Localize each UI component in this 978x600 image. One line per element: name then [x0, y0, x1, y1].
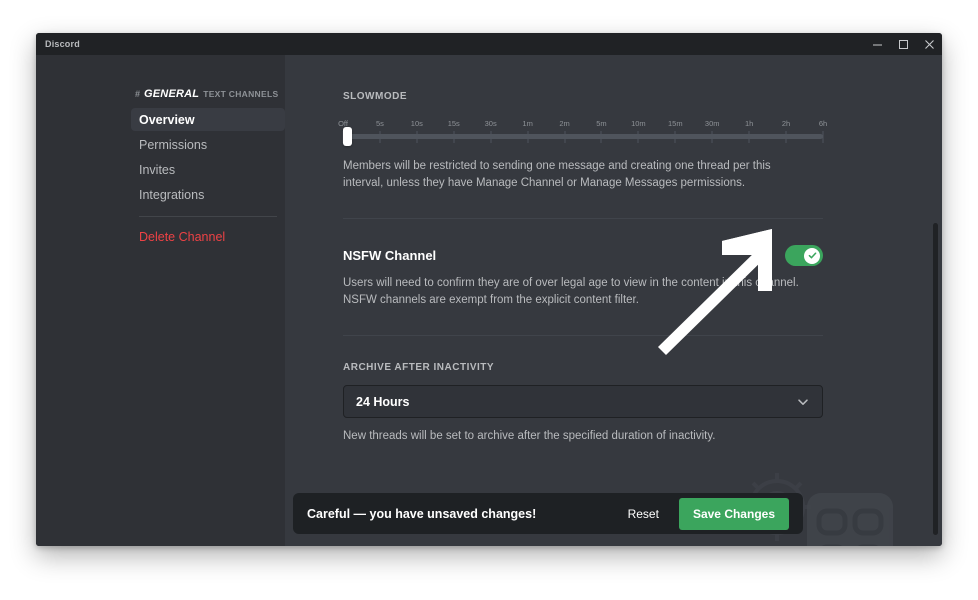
nsfw-toggle[interactable]: [785, 245, 823, 266]
window-titlebar: Discord: [36, 33, 942, 55]
screenshot-root: Discord # GENERAL TEXT CHANNELS Overview…: [0, 0, 978, 600]
close-button[interactable]: [916, 33, 942, 55]
maximize-icon: [898, 39, 908, 49]
window-controls: [864, 33, 942, 55]
scrollbar-thumb[interactable]: [933, 223, 938, 535]
sidebar-header: # GENERAL TEXT CHANNELS: [131, 88, 285, 100]
reset-button[interactable]: Reset: [616, 501, 671, 527]
slider-tick-label: 1h: [744, 119, 754, 128]
unsaved-changes-bar: Careful — you have unsaved changes! Rese…: [293, 493, 803, 534]
hash-icon: #: [135, 89, 141, 99]
minimize-icon: [872, 44, 882, 45]
sidebar-item-label: Integrations: [139, 187, 205, 202]
slider-tick-label: 30s: [484, 119, 497, 128]
slider-tick-label: 15m: [668, 119, 683, 128]
slider-tick-label: 1m: [522, 119, 533, 128]
sidebar-item-label: Permissions: [139, 137, 208, 152]
check-icon: [808, 252, 816, 259]
sidebar-channel-name: GENERAL: [144, 88, 200, 100]
sidebar-item-delete-channel[interactable]: Delete Channel: [131, 225, 285, 248]
sidebar-item-overview[interactable]: Overview: [131, 108, 285, 131]
slider-tick-mark: [637, 131, 639, 143]
slider-tick-label: 2m: [559, 119, 570, 128]
slider-tick-mark: [785, 131, 787, 143]
sidebar-divider: [139, 216, 277, 217]
settings-main: SLOWMODE Off 5s 10s 15s 30s 1m 2m 5m 10m 15m 30m 1h…: [285, 55, 942, 546]
slider-tick-mark: [600, 131, 602, 143]
slider-tick-mark: [748, 131, 750, 143]
sidebar-category-label: TEXT CHANNELS: [203, 89, 279, 99]
slider-tick-label: 5m: [596, 119, 607, 128]
slowmode-label: SLOWMODE: [343, 91, 407, 102]
slider-tick-mark: [674, 131, 676, 143]
sidebar-item-permissions[interactable]: Permissions: [131, 133, 285, 156]
save-changes-button[interactable]: Save Changes: [678, 497, 789, 530]
close-icon: [924, 39, 934, 49]
slider-tick-mark: [416, 131, 418, 143]
app-body: # GENERAL TEXT CHANNELS Overview Permiss…: [36, 55, 942, 546]
sidebar-item-integrations[interactable]: Integrations: [131, 183, 285, 206]
slider-tick-label: 10m: [631, 119, 646, 128]
slowmode-slider[interactable]: Off 5s 10s 15s 30s 1m 2m 5m 10m 15m 30m 1h 2h 6h: [338, 119, 827, 149]
nsfw-row: NSFW Channel: [343, 245, 823, 266]
archive-label: ARCHIVE AFTER INACTIVITY: [343, 362, 495, 373]
slider-tick-label: 6h: [818, 119, 828, 128]
sidebar-item-label: Invites: [139, 162, 176, 177]
slider-tick-mark: [453, 131, 455, 143]
slider-tick-mark: [564, 131, 566, 143]
sidebar-item-label: Delete Channel: [139, 229, 226, 244]
slider-tick-mark: [711, 131, 713, 143]
chevron-down-icon: [798, 398, 808, 405]
slider-tick-mark: [527, 131, 529, 143]
scrollbar-track[interactable]: [931, 55, 940, 546]
slider-tick-label: 30m: [704, 119, 720, 128]
section-divider: [343, 218, 823, 219]
archive-dropdown[interactable]: 24 Hours: [343, 385, 823, 418]
toggle-knob: [804, 247, 820, 264]
slider-tick-label: 5s: [375, 119, 384, 128]
slider-tick-mark: [490, 131, 492, 143]
slider-tick-label: 10s: [410, 119, 423, 128]
minimize-button[interactable]: [864, 33, 890, 55]
slowmode-tick-labels: Off 5s 10s 15s 30s 1m 2m 5m 10m 15m 30m 1h 2h 6h: [338, 119, 827, 131]
maximize-button[interactable]: [890, 33, 916, 55]
left-gutter: [36, 55, 131, 546]
settings-sidebar: # GENERAL TEXT CHANNELS Overview Permiss…: [131, 55, 285, 546]
discord-window: Discord # GENERAL TEXT CHANNELS Overview…: [36, 33, 942, 546]
slider-track[interactable]: [343, 134, 823, 139]
window-title: Discord: [45, 39, 80, 49]
sidebar-item-label: Overview: [139, 112, 195, 127]
archive-description: New threads will be set to archive after…: [343, 430, 716, 442]
slider-knob[interactable]: [343, 127, 352, 146]
nsfw-title: NSFW Channel: [343, 248, 437, 263]
slider-tick-mark: [379, 131, 381, 143]
archive-dropdown-value: 24 Hours: [356, 394, 410, 409]
sidebar-item-invites[interactable]: Invites: [131, 158, 285, 181]
slowmode-description: Members will be restricted to sending on…: [343, 160, 771, 189]
slider-tick-mark: [822, 131, 824, 143]
slider-tick-label: 2h: [781, 119, 791, 128]
settings-content: SLOWMODE Off 5s 10s 15s 30s 1m 2m 5m 10m 15m 30m 1h…: [285, 55, 942, 546]
nsfw-description: Users will need to confirm they are of o…: [343, 277, 799, 306]
slider-tick-label: 15s: [447, 119, 460, 128]
section-divider-2: [343, 335, 823, 336]
unsaved-changes-message: Careful — you have unsaved changes!: [307, 506, 537, 521]
